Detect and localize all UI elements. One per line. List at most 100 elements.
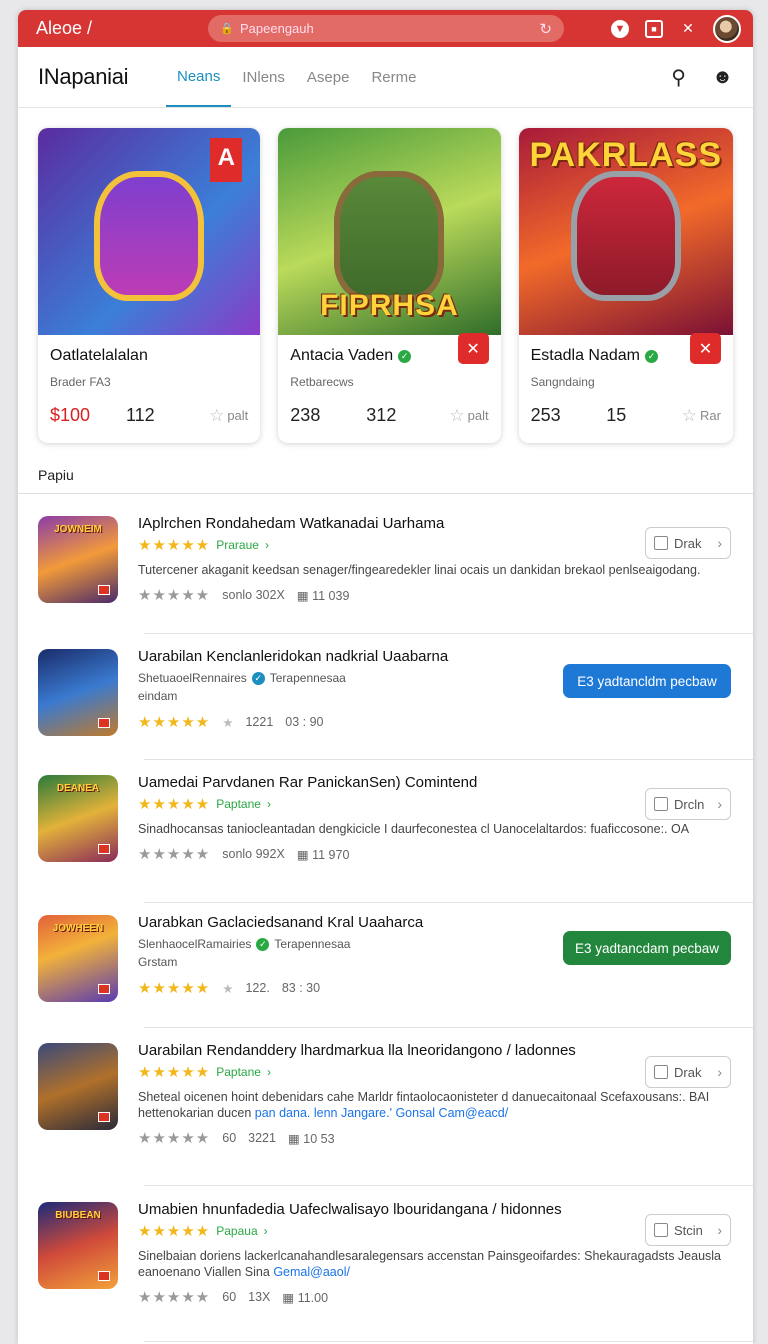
rate-button[interactable]: ☆ palt (209, 406, 248, 426)
card-title: Oatlatelalalan (50, 347, 148, 364)
grid-icon: ▦ (296, 588, 309, 603)
brand-label: Aleoe / (36, 18, 93, 38)
grid-icon: ▦ (296, 847, 309, 862)
tag-link[interactable]: Papaua (216, 1224, 257, 1238)
star-rating: ★★★★★ (138, 796, 211, 813)
list-item[interactable]: BIUBEAN Umabien hnunfadedia Uafeclwalisa… (18, 1186, 753, 1342)
star-icon: ☆ (209, 405, 225, 425)
art-logo-text: PAKRLASS (529, 136, 723, 174)
hero-figure (570, 170, 681, 301)
card-stat: 312 (366, 405, 397, 425)
card-stat: 238 (290, 405, 321, 425)
tag-link[interactable]: Paptane (216, 1065, 261, 1079)
tab-rerme[interactable]: Rerme (360, 47, 427, 107)
featured-card[interactable]: A Oatlatelalalan Brader FA3 $100 112 ☆ pa… (38, 128, 261, 443)
item-title: IAplrchen Rondahedam Watkanadai Uarhama (138, 515, 445, 532)
chevron-right-icon: › (717, 1064, 722, 1080)
item-description: Sinelbaian doriens lackerlcanahandlesara… (138, 1249, 722, 1279)
grid-icon: ▦ (287, 1131, 300, 1146)
list-item[interactable]: JOWNEIM IAplrchen Rondahedam Watkanadai … (18, 494, 753, 634)
hero-figure (94, 170, 205, 301)
url-text: Papeengauh (240, 21, 314, 36)
item-title: Umabien hnunfadedia Uafeclwalisayo lbour… (138, 1201, 562, 1218)
item-description: Tutercener akaganit keedsan senager/fing… (138, 563, 701, 577)
tools-icon[interactable]: ✕ (679, 20, 697, 38)
art-logo-text: FIPRHSA (320, 289, 459, 322)
star-rating: ★★★★★ (138, 1064, 211, 1081)
item-title: Uarabilan Rendanddery lhardmarkua lla ln… (138, 1042, 576, 1059)
item-title: Uarabkan Gaclaciedsanand Kral Uaaharca (138, 914, 424, 931)
card-subtitle: Sangndaing (530, 375, 595, 389)
game-thumbnail (38, 649, 118, 736)
item-description: Sinadhocansas taniocleantadan dengkicicl… (138, 822, 690, 836)
star-rating: ★★★★★ (138, 587, 211, 604)
tag-link[interactable]: Paptane (216, 797, 261, 811)
checkbox-icon (654, 797, 668, 811)
game-thumbnail (38, 1043, 118, 1130)
search-input[interactable]: 🔒 Papeengauh ↻ (208, 15, 564, 42)
app-window: Aleoe / 🔒 Papeengauh ↻ ▼ ■ ✕ INapaniai N… (18, 10, 753, 1344)
tab-neans[interactable]: Neans (166, 47, 232, 107)
star-rating: ★★★★★ (138, 846, 211, 863)
game-art: FIPRHSA (278, 128, 501, 335)
verified-icon: ✓ (398, 349, 412, 363)
close-button[interactable]: ✕ (457, 333, 489, 364)
lock-icon: 🔒 (220, 23, 234, 35)
chevron-right-icon: › (717, 796, 722, 812)
item-title: Uamedai Parvdanen Rar PanickanSen) Comin… (138, 774, 478, 791)
rate-button[interactable]: ☆ Rar (682, 406, 721, 426)
game-art: PAKRLASS (518, 128, 733, 335)
card-price: $100 (50, 405, 91, 425)
user-icon[interactable]: ☻ (712, 66, 733, 89)
verified-icon: ✓ (644, 349, 658, 363)
list-item[interactable]: JOWHEEN Uarabkan Gaclaciedsanand Kral Ua… (18, 903, 753, 1028)
grid-icon: ▦ (282, 1290, 295, 1305)
stcin-button[interactable]: Stcin › (645, 1214, 731, 1246)
card-stat: 15 (606, 405, 627, 425)
tag-link[interactable]: Praraue (216, 538, 259, 552)
card-subtitle: Retbarecws (290, 375, 354, 389)
close-button[interactable]: ✕ (689, 333, 721, 364)
card-stat: 112 (126, 405, 155, 425)
game-thumbnail: BIUBEAN (38, 1202, 118, 1289)
card-stat: 253 (530, 405, 561, 425)
download-button[interactable]: E3 yadtancldm pecbaw (563, 664, 731, 698)
hero-figure (334, 170, 445, 301)
tab-asepe[interactable]: Asepe (296, 47, 361, 107)
page-title: INapaniai (38, 64, 129, 89)
featured-card[interactable]: FIPRHSA Antacia Vaden ✓ Retbarecws ✕ 238 … (278, 128, 501, 443)
tab-inlens[interactable]: INlens (231, 47, 296, 107)
list-item[interactable]: Uarabilan Kenclanleridokan nadkrial Uaab… (18, 634, 753, 760)
item-description: Sheteal oicenen hoint debenidars cahe Ma… (138, 1090, 710, 1120)
game-thumbnail: JOWNEIM (38, 516, 118, 603)
list-item[interactable]: DEANEA Uamedai Parvdanen Rar PanickanSen… (18, 760, 753, 903)
chevron-down-icon[interactable]: ▼ (611, 19, 629, 38)
drcln-button[interactable]: Drcln › (645, 788, 731, 820)
description-link[interactable]: Gemal@aaol/ (273, 1265, 350, 1279)
drak-button[interactable]: Drak › (645, 1056, 731, 1088)
star-rating: ★★★★★ (138, 1130, 211, 1147)
star-icon: ☆ (681, 405, 698, 425)
card-subtitle: Brader FA3 (50, 375, 111, 389)
star-rating: ★★★★★ (138, 714, 211, 731)
verified-icon: ✓ (251, 671, 265, 685)
avatar[interactable] (713, 14, 741, 43)
window-icon[interactable]: ■ (645, 19, 663, 38)
game-thumbnail: JOWHEEN (38, 915, 118, 1002)
description-link[interactable]: pan dana. lenn Jangare.' Gonsal Cam@eacd… (255, 1106, 508, 1120)
checkbox-icon (654, 1223, 668, 1237)
list-item[interactable]: Uarabilan Rendanddery lhardmarkua lla ln… (18, 1028, 753, 1186)
download-button[interactable]: E3 yadtancdam pecbaw (563, 931, 731, 965)
star-rating: ★★★★★ (138, 537, 211, 554)
reload-icon[interactable]: ↻ (539, 20, 552, 38)
featured-card[interactable]: PAKRLASS Estadla Nadam ✓ Sangndaing ✕ 253… (518, 128, 733, 443)
rate-button[interactable]: ☆ palt (449, 406, 488, 426)
search-icon[interactable]: ⚲ (671, 65, 686, 90)
chevron-right-icon: › (717, 1222, 722, 1238)
chevron-right-icon: › (717, 535, 722, 551)
drak-button[interactable]: Drak › (645, 527, 731, 559)
tab-bar: Neans INlens Asepe Rerme (166, 47, 427, 107)
section-label: Papiu (38, 467, 74, 483)
meta-stat: ▦ 11 039 (296, 588, 350, 603)
star-rating: ★★★★★ (138, 980, 211, 997)
